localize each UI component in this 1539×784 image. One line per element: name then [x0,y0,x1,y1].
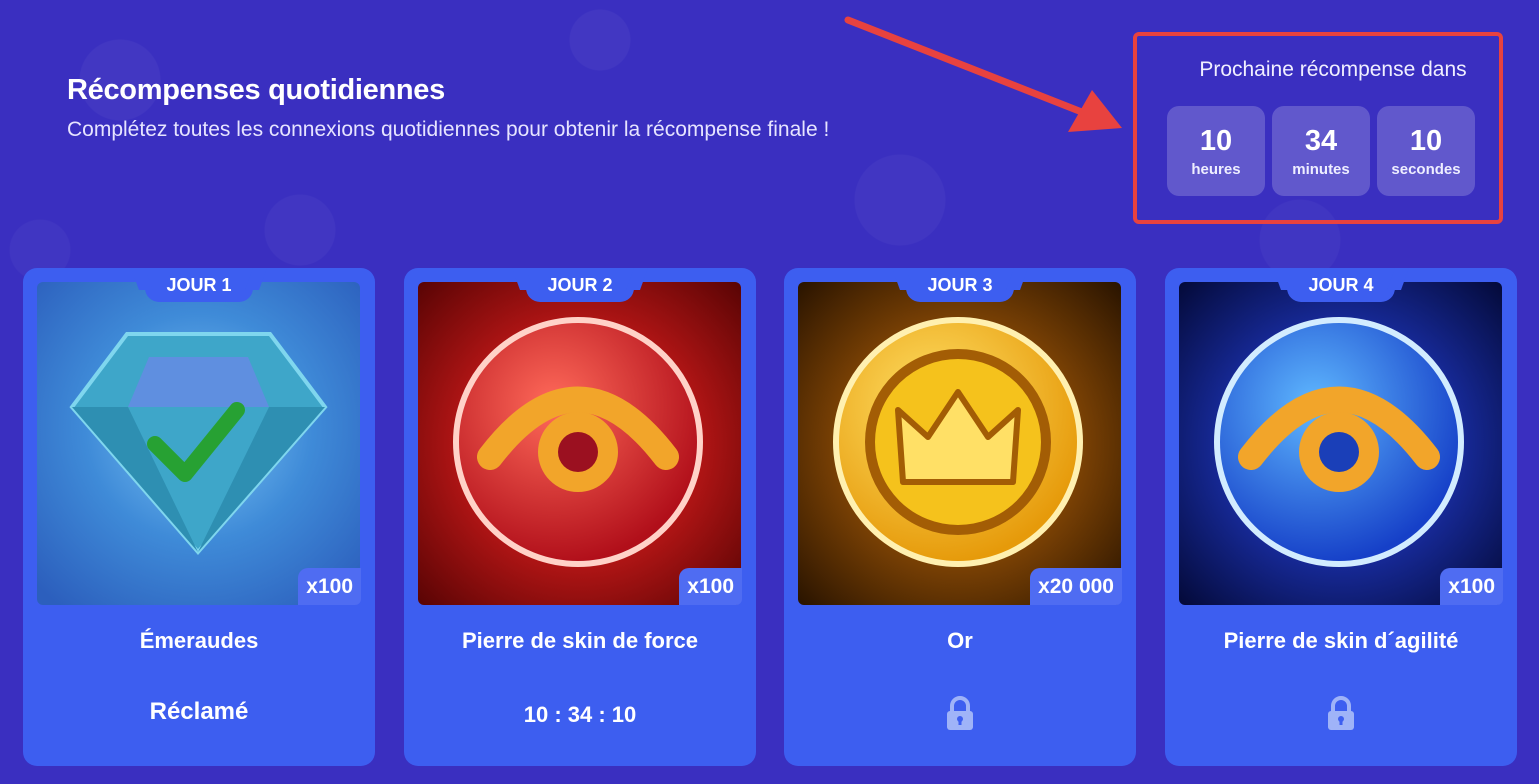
red-force-stone-icon [418,282,741,605]
timer-minutes-value: 34 [1304,124,1338,157]
timer-seconds-label: secondes [1391,160,1461,178]
day-label: JOUR 4 [1287,268,1395,302]
timer-hours-value: 10 [1199,124,1233,157]
page-title: Récompenses quotidiennes [67,74,445,106]
quantity-badge: x100 [679,568,742,605]
day-label: JOUR 2 [526,268,634,302]
page-subtitle: Complétez toutes les connexions quotidie… [67,118,830,141]
reward-name: Pierre de skin d´agilité [1223,628,1459,653]
timer-minutes-label: minutes [1292,160,1350,178]
lock-icon [1328,696,1354,730]
quantity-badge: x100 [298,568,361,605]
day-label: JOUR 1 [145,268,253,302]
annotation-arrow [844,16,1122,132]
quantity-badge: x20 000 [1030,568,1122,605]
timer-minutes: 34 minutes [1272,106,1370,196]
timer-hours: 10 heures [1167,106,1265,196]
timer-hours-label: heures [1191,160,1241,178]
lock-icon [947,696,973,730]
reward-card-day-2[interactable]: JOUR 2 x100 Pierre de skin de force 10:… [404,268,756,766]
reward-card-day-3[interactable]: JOUR 3 x20 000 Or [784,268,1136,766]
quantity-badge: x100 [1440,568,1503,605]
emerald-gem-checked-icon [37,282,360,605]
reward-name: Or [947,628,973,653]
timer-seconds-value: 10 [1409,124,1443,157]
reward-card-day-1[interactable]: JOUR 1 x100 Émeraudes Réclamé [23,268,375,766]
timer-label: Prochaine récompense dans [1199,58,1467,81]
reward-countdown: 10 : 34 : 10 [523,702,637,727]
gold-crown-coin-icon [798,282,1121,605]
blue-agility-stone-icon [1179,282,1502,605]
reward-name: Pierre de skin de force [462,628,698,653]
next-reward-timer: Prochaine récompense dans 10 heures 34 m… [1133,32,1503,224]
day-label: JOUR 3 [906,268,1014,302]
reward-card-day-4[interactable]: JOUR 4 x100 Pierre de skin d´agilité [1165,268,1517,766]
timer-seconds: 10 secondes [1377,106,1475,196]
reward-name: Émeraudes [139,628,259,653]
claimed-status: Réclamé [149,698,249,725]
